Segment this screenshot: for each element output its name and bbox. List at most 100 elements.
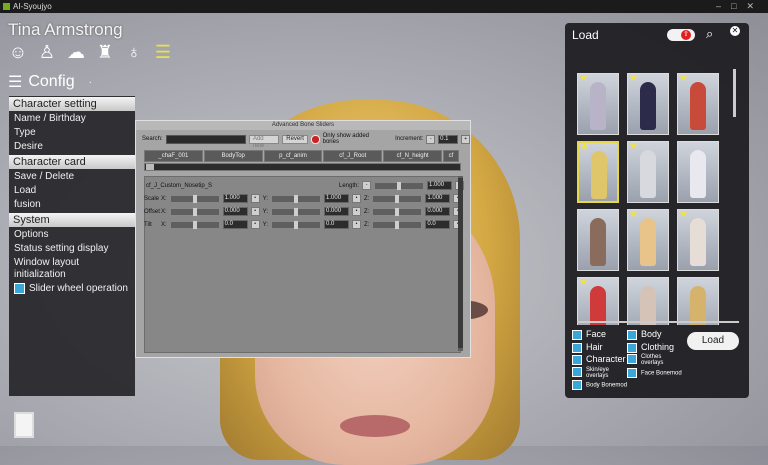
menu-item-status-setting-display[interactable]: Status setting display (9, 242, 135, 256)
character-card[interactable] (677, 277, 719, 325)
window-controls[interactable]: –□✕ (716, 0, 764, 13)
filter-skin-eye-overlays[interactable]: Skin/eye overlays (572, 367, 622, 379)
filter-character[interactable]: Character (572, 354, 626, 365)
character-card[interactable] (627, 277, 669, 325)
scale-z-slider[interactable] (372, 194, 423, 203)
offset-x-reset[interactable]: • (250, 207, 260, 216)
scale-z-value[interactable]: 1.000 (425, 194, 451, 203)
body-icon[interactable]: ♙ (37, 42, 57, 62)
character-card-selected[interactable]: ★ (577, 141, 619, 203)
tilt-x-slider[interactable] (169, 220, 220, 229)
tilt-y-slider[interactable] (271, 220, 322, 229)
bone-list-scrollbar[interactable] (458, 176, 463, 351)
character-card[interactable]: ★ (627, 141, 669, 203)
offset-x-value[interactable]: 0.000 (222, 207, 248, 216)
bone-list-scroll-thumb[interactable] (458, 178, 463, 348)
menu-item-fusion[interactable]: fusion (9, 198, 135, 212)
tilt-y-reset[interactable]: • (352, 220, 362, 229)
increment-label: Increment: (395, 136, 424, 142)
character-card[interactable]: ★ (677, 73, 719, 135)
filter-clothing[interactable]: Clothing (627, 342, 674, 353)
filter-face[interactable]: Face (572, 329, 606, 340)
menu-item-window-layout-init[interactable]: Window layout initialization (9, 256, 135, 282)
tab-cf[interactable]: cf (442, 150, 459, 162)
tilt-z-value[interactable]: 0.0 (425, 220, 451, 229)
filter-face-bonemod[interactable]: Face Bonemod (627, 368, 682, 378)
scale-x-slider[interactable] (169, 194, 220, 203)
offset-y-value[interactable]: 0.000 (324, 207, 350, 216)
accessory-icon[interactable]: ♁ (124, 42, 144, 62)
filter-body[interactable]: Body (627, 329, 662, 340)
character-card[interactable]: ★ (577, 277, 619, 325)
checkbox-icon[interactable] (572, 380, 582, 390)
only-added-radio[interactable] (310, 134, 320, 144)
menu-item-load[interactable]: Load (9, 184, 135, 198)
search-input[interactable] (165, 134, 246, 144)
length-slider[interactable] (374, 181, 425, 190)
tab-cf-n-height[interactable]: cf_N_height (383, 150, 442, 162)
clothes-icon[interactable]: ♜ (95, 42, 115, 62)
tilt-z-slider[interactable] (372, 220, 423, 229)
checkbox-icon[interactable] (627, 329, 637, 340)
menu-item-desire[interactable]: Desire (9, 140, 135, 154)
scale-x-value[interactable]: 1.000 (222, 194, 248, 203)
menu-item-name-birthday[interactable]: Name / Birthday (9, 112, 135, 126)
search-icon[interactable]: ⌕ (706, 26, 713, 42)
config-list-icon[interactable]: ☰ (153, 42, 173, 62)
hair-icon[interactable]: ☁ (66, 42, 86, 62)
menu-item-type[interactable]: Type (9, 126, 135, 140)
checkbox-icon[interactable] (572, 342, 582, 353)
add-new-button[interactable]: Add new (248, 134, 280, 149)
length-value[interactable]: 1.000 (427, 181, 453, 190)
filter-hair-label: Hair (586, 342, 603, 352)
card-grid-scrollbar[interactable] (733, 69, 736, 117)
tilt-x-value[interactable]: 0.0 (222, 220, 248, 229)
offset-x-slider[interactable] (169, 207, 220, 216)
filter-body-bonemod[interactable]: Body Bonemod (572, 380, 627, 390)
checkbox-icon[interactable] (627, 368, 637, 378)
character-card[interactable]: ★ (577, 73, 619, 135)
checkbox-icon[interactable] (627, 342, 637, 353)
increment-field[interactable]: 0.1 (438, 134, 459, 144)
close-icon[interactable]: ✕ (730, 26, 740, 36)
slider-wheel-checkbox[interactable]: Slider wheel operation (9, 282, 135, 296)
checkbox-icon[interactable] (14, 283, 25, 294)
tab-chaF[interactable]: _chaF_001 (144, 150, 203, 162)
scale-y-slider[interactable] (271, 194, 322, 203)
tab-cf-j-root[interactable]: cf_J_Root (323, 150, 383, 162)
checkbox-icon[interactable] (572, 367, 582, 377)
tab-bodytop[interactable]: BodyTop (203, 150, 263, 162)
scale-y-value[interactable]: 1.000 (324, 194, 350, 203)
face-icon[interactable]: ☺ (8, 42, 28, 62)
length-decrease-button[interactable]: - (362, 181, 372, 190)
tilt-y-value[interactable]: 0.0 (324, 220, 350, 229)
checkbox-icon[interactable] (572, 329, 582, 340)
load-button[interactable]: Load (687, 332, 739, 350)
menu-item-options[interactable]: Options (9, 228, 135, 242)
scale-y-reset[interactable]: • (352, 194, 362, 203)
checkbox-icon[interactable] (627, 354, 637, 364)
tilt-x-reset[interactable]: • (250, 220, 260, 229)
sort-toggle[interactable]: ⇧ (667, 29, 695, 41)
tabs-scrollbar[interactable] (144, 163, 461, 171)
offset-y-slider[interactable] (271, 207, 322, 216)
revert-button[interactable]: Revert (282, 134, 308, 144)
character-card[interactable] (677, 141, 719, 203)
character-card[interactable]: ★ (627, 209, 669, 271)
character-card[interactable] (577, 209, 619, 271)
character-card[interactable]: ★ (677, 209, 719, 271)
increment-increase-button[interactable]: + (461, 134, 471, 144)
tabs-scroll-thumb[interactable] (146, 164, 154, 170)
filter-hair[interactable]: Hair (572, 342, 603, 353)
offset-z-slider[interactable] (372, 207, 423, 216)
offset-y-reset[interactable]: • (352, 207, 362, 216)
increment-decrease-button[interactable]: - (426, 134, 436, 144)
checkbox-icon[interactable] (572, 354, 582, 365)
offset-z-value[interactable]: 0.000 (425, 207, 451, 216)
filter-clothes-overlays[interactable]: Clothes overlays (627, 354, 677, 366)
tab-p-cf-anim[interactable]: p_cf_anim (263, 150, 323, 162)
menu-item-save-delete[interactable]: Save / Delete (9, 170, 135, 184)
exit-door-icon[interactable] (14, 412, 34, 438)
scale-x-reset[interactable]: • (250, 194, 260, 203)
character-card[interactable]: ★ (627, 73, 669, 135)
